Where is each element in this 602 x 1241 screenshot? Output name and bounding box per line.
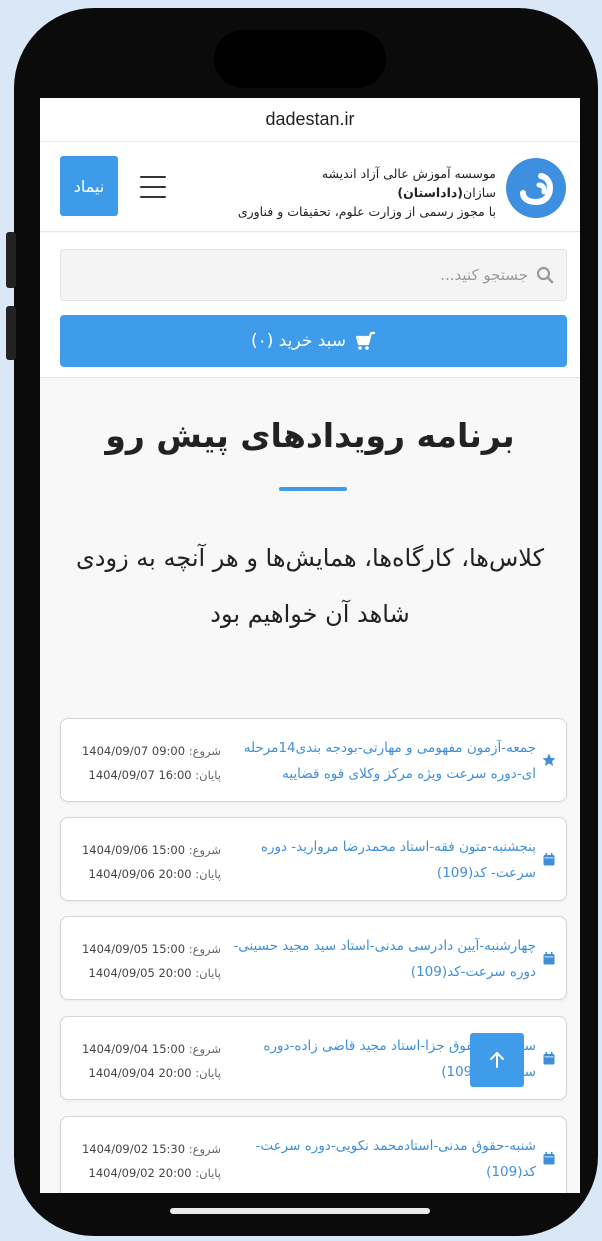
scroll-to-top-button[interactable] bbox=[470, 1033, 524, 1087]
shopping-cart-icon bbox=[354, 331, 376, 351]
start-label: شروع: bbox=[188, 843, 221, 857]
end-label: پایان: bbox=[195, 1066, 221, 1080]
site-header: موسسه آموزش عالی آزاد اندیشه سازان(داداس… bbox=[40, 142, 580, 232]
title-underline bbox=[279, 487, 347, 491]
event-end: 20:00 1404/09/04 bbox=[88, 1066, 192, 1080]
end-label: پایان: bbox=[195, 1166, 221, 1180]
event-start: 15:00 1404/09/06 bbox=[81, 843, 186, 857]
nimad-label: نیماد bbox=[73, 176, 105, 196]
event-dates: شروع: 15:00 1404/09/04 پایان: 20:00 1404… bbox=[71, 1037, 221, 1085]
event-card[interactable]: پنجشنبه-متون فقه-استاد محمدرضا مروارید- … bbox=[60, 817, 567, 901]
calendar-icon bbox=[542, 1051, 556, 1065]
address-bar[interactable]: dadestan.ir bbox=[40, 98, 580, 142]
event-end: 20:00 1404/09/02 bbox=[88, 1166, 192, 1180]
star-icon bbox=[542, 753, 556, 767]
event-start: 15:00 1404/09/05 bbox=[81, 942, 186, 956]
calendar-icon bbox=[542, 852, 556, 866]
cart-label: سبد خرید (۰) bbox=[250, 331, 347, 351]
event-card[interactable]: جمعه-آزمون مفهومی و مهارتی-بودجه بندی14م… bbox=[60, 718, 567, 802]
end-label: پایان: bbox=[195, 768, 221, 782]
arrow-up-icon bbox=[489, 1051, 505, 1069]
event-start: 15:30 1404/09/02 bbox=[81, 1142, 186, 1156]
dadestan-logo-icon[interactable] bbox=[506, 158, 566, 218]
calendar-icon bbox=[542, 1151, 556, 1165]
end-label: پایان: bbox=[195, 867, 221, 881]
phone-screen: dadestan.ir موسسه آموزش عالی آزاد اندیشه… bbox=[40, 98, 580, 1193]
url-text: dadestan.ir bbox=[265, 109, 355, 129]
page-title: برنامه رویدادهای پیش رو bbox=[105, 416, 515, 455]
phone-side-button bbox=[6, 232, 16, 288]
start-label: شروع: bbox=[188, 1142, 221, 1156]
nimad-button[interactable]: نیماد bbox=[60, 156, 118, 216]
search-icon[interactable] bbox=[536, 266, 554, 284]
page-subtitle: کلاس‌ها، کارگاه‌ها، همایش‌ها و هر آنچه ب… bbox=[76, 544, 544, 628]
search-cart-area: سبد خرید (۰) bbox=[40, 233, 580, 378]
search-box[interactable] bbox=[60, 249, 567, 301]
end-label: پایان: bbox=[195, 966, 221, 980]
event-start: 15:00 1404/09/04 bbox=[81, 1042, 186, 1056]
brand-text[interactable]: موسسه آموزش عالی آزاد اندیشه سازان(داداس… bbox=[236, 164, 496, 221]
event-title[interactable]: چهارشنبه-آیین دادرسی مدنی-استاد سید مجید… bbox=[228, 933, 536, 985]
event-end: 20:00 1404/09/06 bbox=[88, 867, 192, 881]
cart-button[interactable]: سبد خرید (۰) bbox=[60, 315, 567, 367]
event-end: 20:00 1404/09/05 bbox=[88, 966, 192, 980]
event-title[interactable]: جمعه-آزمون مفهومی و مهارتی-بودجه بندی14م… bbox=[228, 735, 536, 787]
start-label: شروع: bbox=[188, 942, 221, 956]
home-indicator[interactable] bbox=[170, 1208, 430, 1214]
event-title[interactable]: پنجشنبه-متون فقه-استاد محمدرضا مروارید- … bbox=[228, 834, 536, 886]
event-dates: شروع: 15:00 1404/09/05 پایان: 20:00 1404… bbox=[71, 937, 221, 985]
search-input[interactable] bbox=[110, 265, 530, 285]
event-dates: شروع: 15:30 1404/09/02 پایان: 20:00 1404… bbox=[71, 1137, 221, 1185]
start-label: شروع: bbox=[188, 744, 221, 758]
hamburger-menu-icon[interactable] bbox=[140, 176, 166, 198]
event-card[interactable]: شنبه-حقوق مدنی-استادمحمد نکویی-دوره سرعت… bbox=[60, 1116, 567, 1193]
event-end: 16:00 1404/09/07 bbox=[88, 768, 192, 782]
event-card[interactable]: چهارشنبه-آیین دادرسی مدنی-استاد سید مجید… bbox=[60, 916, 567, 1000]
calendar-icon bbox=[542, 951, 556, 965]
phone-notch bbox=[214, 30, 386, 88]
phone-side-button bbox=[6, 306, 16, 360]
start-label: شروع: bbox=[188, 1042, 221, 1056]
event-title[interactable]: شنبه-حقوق مدنی-استادمحمد نکویی-دوره سرعت… bbox=[228, 1133, 537, 1185]
event-dates: شروع: 09:00 1404/09/07 پایان: 16:00 1404… bbox=[71, 739, 221, 787]
event-dates: شروع: 15:00 1404/09/06 پایان: 20:00 1404… bbox=[71, 838, 221, 886]
brand-subtitle: با مجوز رسمی از وزارت علوم، تحقیقات و فن… bbox=[237, 204, 496, 219]
event-start: 09:00 1404/09/07 bbox=[81, 744, 186, 758]
brand-name: (داداستان) bbox=[397, 185, 464, 200]
